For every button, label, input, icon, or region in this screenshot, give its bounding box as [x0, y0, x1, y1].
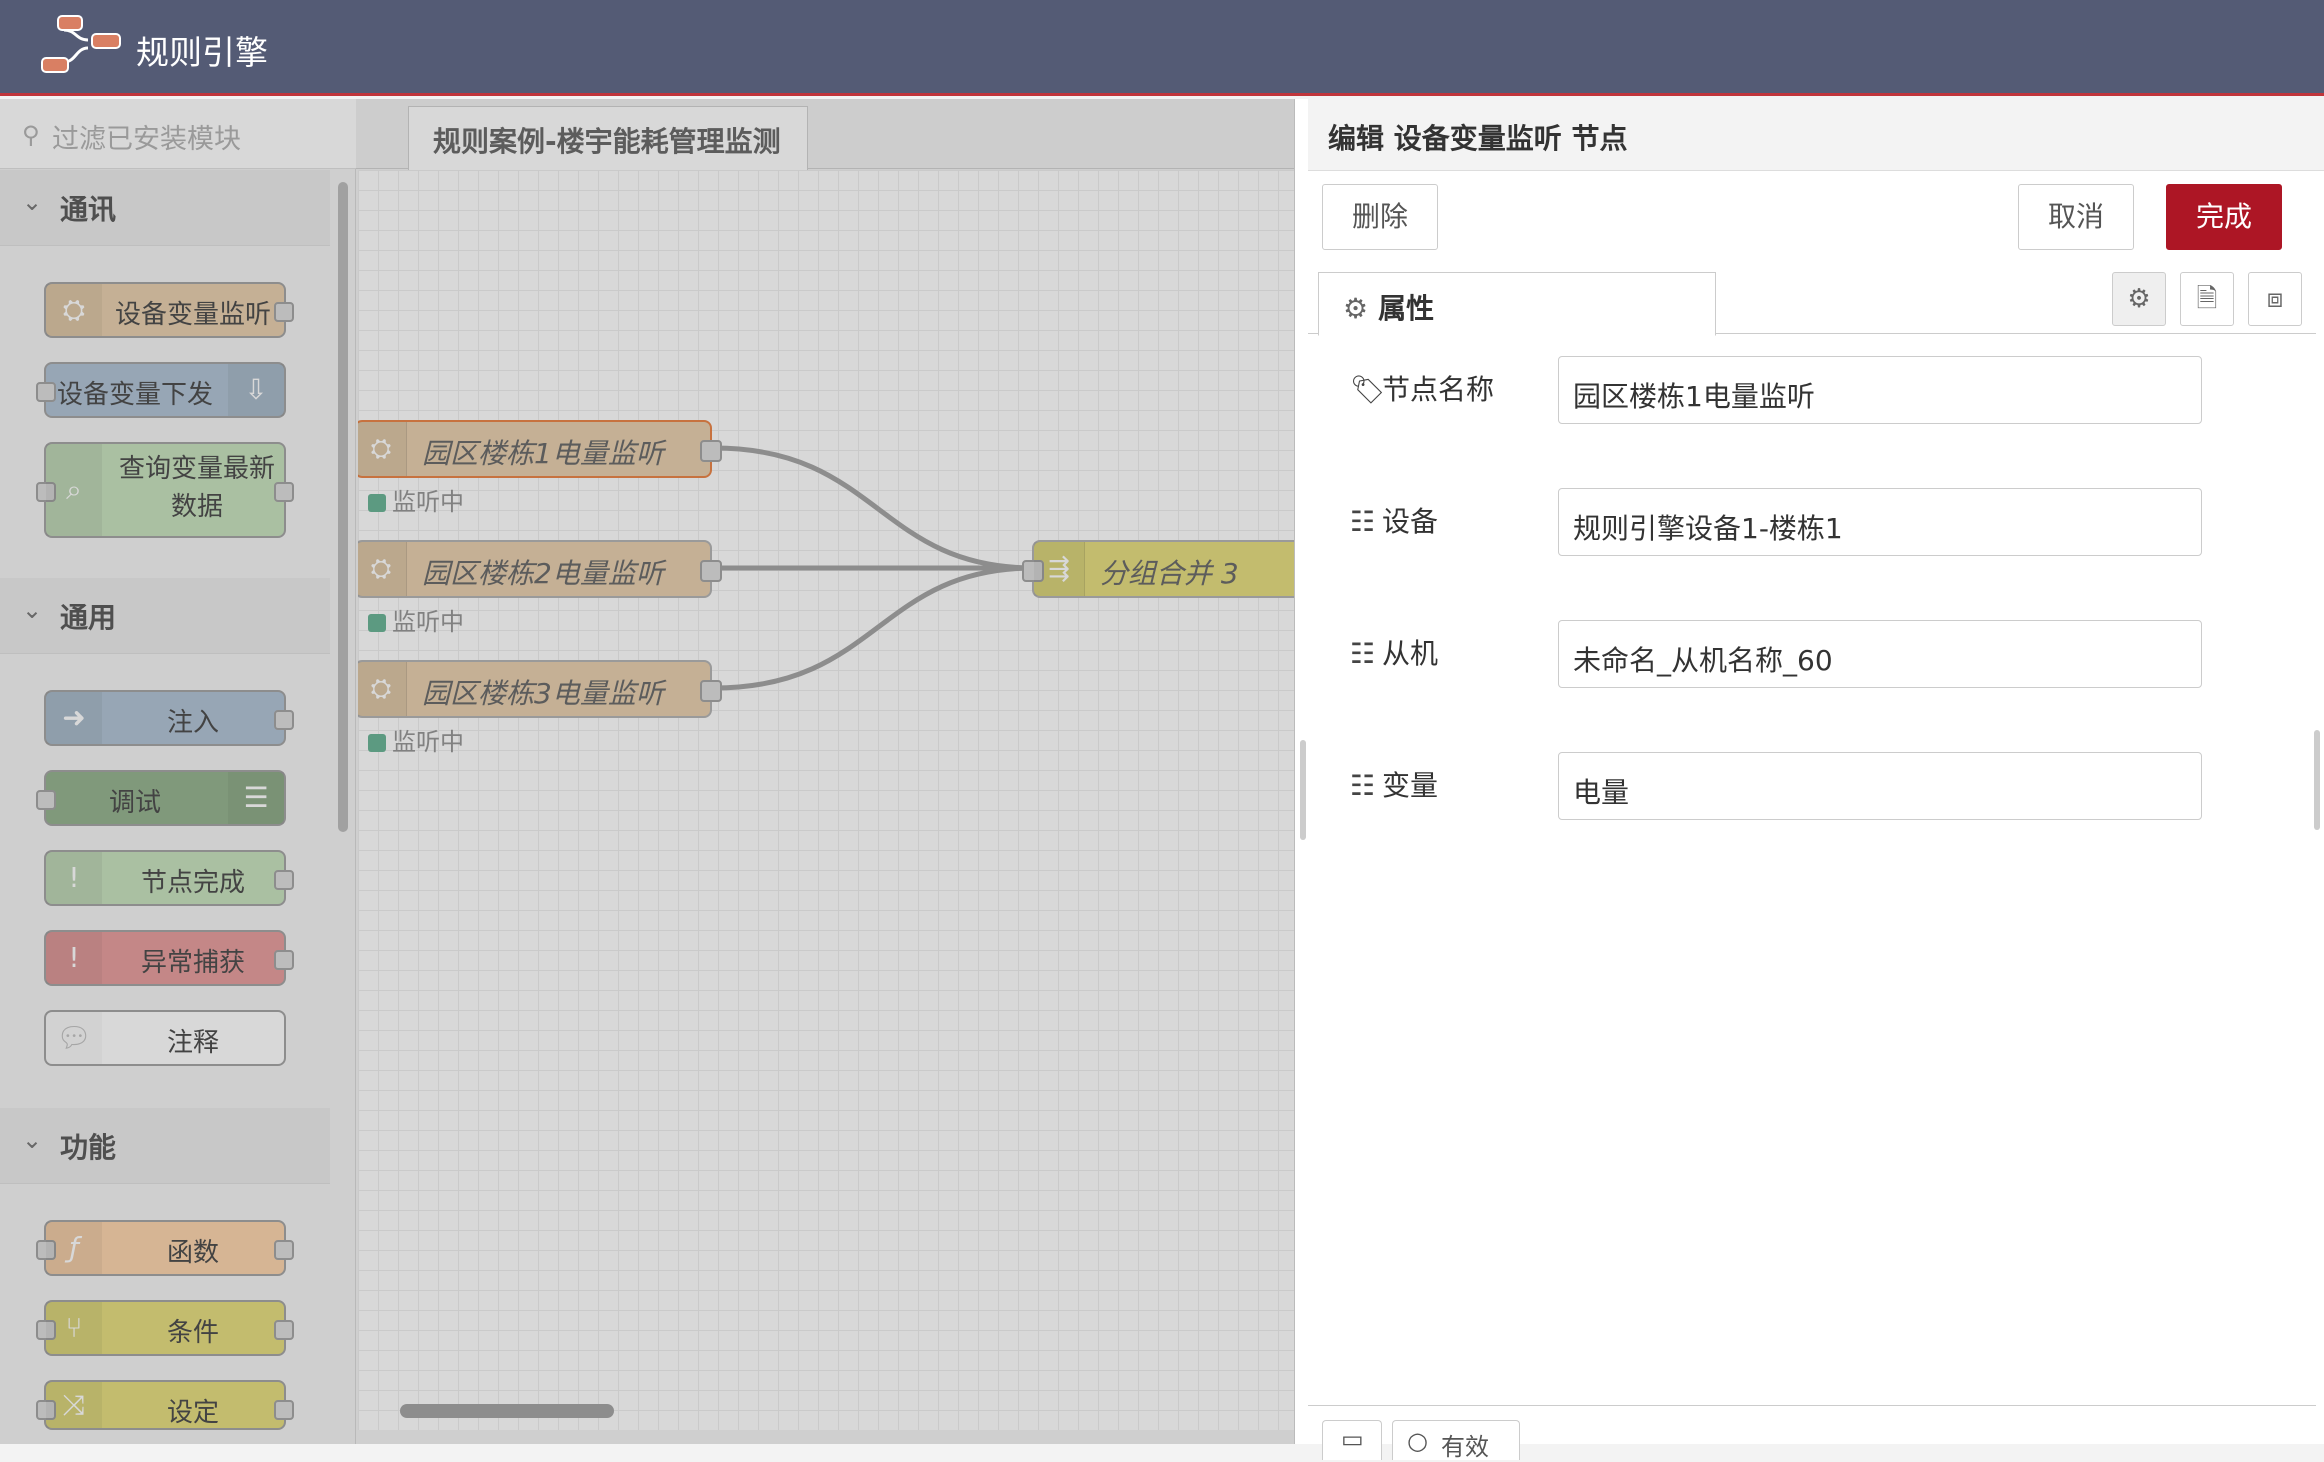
footer-icon-button[interactable]: ▭ [1322, 1420, 1382, 1460]
variable-select[interactable]: 电量 [1558, 752, 2202, 820]
field-label-name: 🏷︎节点名称 [1350, 368, 1494, 408]
label-text: 设备 [1382, 505, 1439, 538]
tab-label: 属性 [1378, 292, 1435, 325]
tray-resize-handle[interactable] [1300, 740, 1306, 840]
enable-toggle-button[interactable]: ○ 有效 [1392, 1420, 1520, 1461]
settings-gear-icon[interactable]: ⚙ [2112, 272, 2166, 326]
app-logo-icon [41, 15, 121, 73]
node-name-input[interactable]: 园区楼栋1电量监听 [1558, 356, 2202, 424]
enable-label: 有效 [1441, 1433, 1489, 1461]
label-text: 从机 [1382, 637, 1439, 670]
page-icon: ▭ [1341, 1425, 1364, 1453]
tag-icon: 🏷︎ [1350, 373, 1386, 406]
done-button[interactable]: 完成 [2166, 184, 2282, 250]
gear-icon: ⚙ [1343, 292, 1369, 325]
appearance-frame-icon[interactable]: ⧈ [2248, 272, 2302, 326]
list-icon: ☷ [1350, 637, 1376, 670]
slave-select[interactable]: 未命名_从机名称_60 [1558, 620, 2202, 688]
field-label-variable: ☷ 变量 [1350, 764, 1438, 804]
modal-overlay [0, 99, 1294, 1444]
label-text: 变量 [1382, 769, 1439, 802]
app-title: 规则引擎 [136, 33, 268, 72]
field-label-device: ☷ 设备 [1350, 500, 1438, 540]
editor-title: 编辑 设备变量监听 节点 [1308, 99, 2324, 171]
label-text: 节点名称 [1382, 373, 1495, 406]
delete-button[interactable]: 删除 [1322, 184, 1438, 250]
editor-scrollbar[interactable] [2314, 730, 2320, 830]
list-icon: ☷ [1350, 505, 1376, 538]
tab-properties[interactable]: ⚙ 属性 [1318, 272, 1716, 336]
app-header: 规则引擎 [0, 0, 2324, 96]
cancel-button[interactable]: 取消 [2018, 184, 2134, 250]
field-label-slave: ☷ 从机 [1350, 632, 1438, 672]
device-select[interactable]: 规则引擎设备1-楼栋1 [1558, 488, 2202, 556]
editor-footer-divider [1308, 1405, 2316, 1406]
circle-icon: ○ [1407, 1427, 1428, 1455]
description-doc-icon[interactable]: 🗎︎ [2180, 272, 2234, 326]
list-icon: ☷ [1350, 769, 1376, 802]
